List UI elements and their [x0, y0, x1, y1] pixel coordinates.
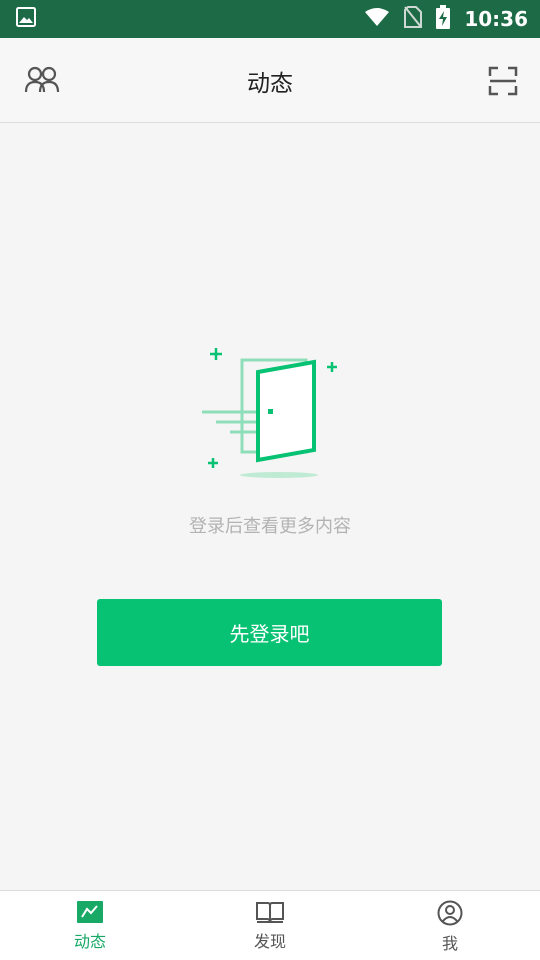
status-bar: 10:36 — [0, 0, 540, 38]
wifi-icon — [364, 7, 390, 31]
tab-me[interactable]: 我 — [360, 891, 540, 960]
no-sim-icon — [404, 6, 423, 32]
tab-activity-label: 动态 — [73, 932, 106, 951]
tab-me-label: 我 — [441, 934, 458, 953]
book-icon — [256, 902, 284, 923]
friends-button[interactable] — [24, 64, 60, 96]
login-hint-text: 登录后查看更多内容 — [189, 516, 351, 537]
app-bar: 动态 — [0, 38, 540, 123]
scan-icon — [488, 66, 518, 96]
empty-state: 登录后查看更多内容 先登录吧 — [0, 124, 540, 890]
tab-discover[interactable]: 发现 — [180, 891, 360, 960]
status-time: 10:36 — [464, 7, 528, 31]
tab-discover-label: 发现 — [253, 932, 286, 951]
door-illustration-icon — [196, 342, 346, 482]
page-title: 动态 — [247, 70, 293, 97]
tab-activity[interactable]: 动态 — [0, 891, 180, 960]
battery-charging-icon — [436, 5, 451, 33]
activity-icon — [77, 901, 103, 923]
bottom-nav: 动态 发现 我 — [0, 890, 540, 960]
status-icons: 10:36 — [364, 5, 528, 33]
gallery-notification-icon — [16, 7, 36, 31]
scan-button[interactable] — [486, 64, 520, 98]
profile-icon — [437, 900, 463, 926]
login-button[interactable]: 先登录吧 — [97, 599, 442, 666]
friends-icon — [24, 66, 60, 93]
